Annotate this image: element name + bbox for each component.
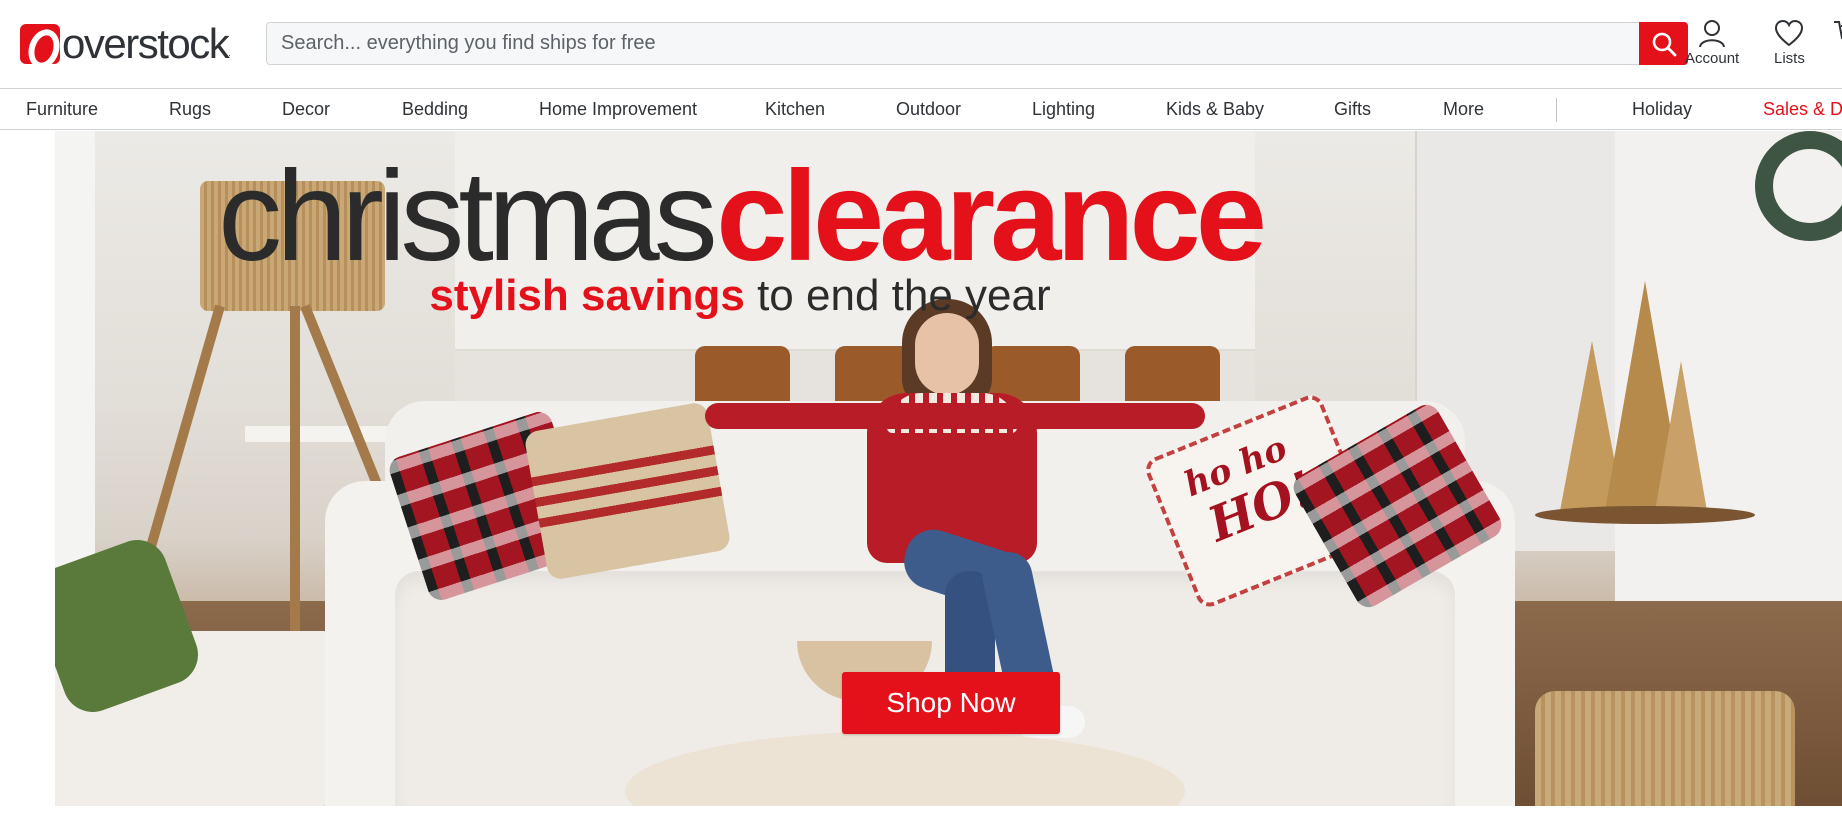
lists-link[interactable]: Lists bbox=[1774, 18, 1805, 67]
nav-item-kitchen[interactable]: Kitchen bbox=[765, 89, 825, 129]
hero-subheadline: stylish savings to end the year bbox=[55, 271, 1425, 321]
nav-item-bedding[interactable]: Bedding bbox=[402, 89, 468, 129]
overstock-logo[interactable]: overstock . bbox=[20, 22, 231, 66]
striped-pillow bbox=[523, 401, 732, 581]
nav-item-sales[interactable]: Sales & D bbox=[1763, 89, 1842, 129]
nav-item-lighting[interactable]: Lighting bbox=[1032, 89, 1095, 129]
lists-label: Lists bbox=[1774, 50, 1805, 67]
basket bbox=[1535, 691, 1795, 806]
logo-tm: . bbox=[228, 48, 231, 58]
cart-link[interactable]: C bbox=[1832, 18, 1842, 67]
site-header: overstock . Account Lists C bbox=[0, 0, 1842, 88]
hero-banner[interactable]: ho ho HO! christmas clearance stylish sa… bbox=[55, 131, 1842, 806]
nav-item-holiday[interactable]: Holiday bbox=[1632, 89, 1692, 129]
account-label: Account bbox=[1685, 50, 1740, 67]
nav-item-outdoor[interactable]: Outdoor bbox=[896, 89, 961, 129]
woman-face bbox=[915, 313, 979, 395]
sub-stylish-savings: stylish savings bbox=[429, 271, 745, 320]
search-icon bbox=[1652, 32, 1676, 56]
nav-item-kids-baby[interactable]: Kids & Baby bbox=[1166, 89, 1264, 129]
account-link[interactable]: Account bbox=[1685, 18, 1739, 67]
account-icon bbox=[1699, 20, 1726, 48]
headline-clearance: clearance bbox=[716, 145, 1267, 288]
logo-text: overstock bbox=[62, 20, 230, 67]
search-bar bbox=[266, 22, 1688, 65]
woman-arms bbox=[705, 403, 1205, 429]
heart-icon bbox=[1775, 19, 1804, 47]
nav-item-rugs[interactable]: Rugs bbox=[169, 89, 211, 129]
nav-item-gifts[interactable]: Gifts bbox=[1334, 89, 1371, 129]
category-nav: Furniture Rugs Decor Bedding Home Improv… bbox=[0, 88, 1842, 130]
gold-tree-3 bbox=[1655, 361, 1707, 511]
nav-item-furniture[interactable]: Furniture bbox=[26, 89, 98, 129]
hero-headline: christmas clearance bbox=[55, 143, 1425, 290]
nav-item-home-improvement[interactable]: Home Improvement bbox=[539, 89, 697, 129]
search-button[interactable] bbox=[1639, 22, 1688, 65]
shop-now-button[interactable]: Shop Now bbox=[842, 672, 1060, 734]
nav-item-decor[interactable]: Decor bbox=[282, 89, 330, 129]
logo-mark-icon bbox=[20, 24, 60, 64]
search-input[interactable] bbox=[267, 23, 1603, 64]
sub-end-of-year: to end the year bbox=[744, 271, 1051, 320]
nav-item-more[interactable]: More bbox=[1443, 89, 1484, 129]
cart-icon bbox=[1834, 21, 1842, 39]
side-table bbox=[1535, 506, 1755, 524]
headline-christmas: christmas bbox=[218, 145, 718, 288]
nav-divider bbox=[1556, 98, 1557, 122]
